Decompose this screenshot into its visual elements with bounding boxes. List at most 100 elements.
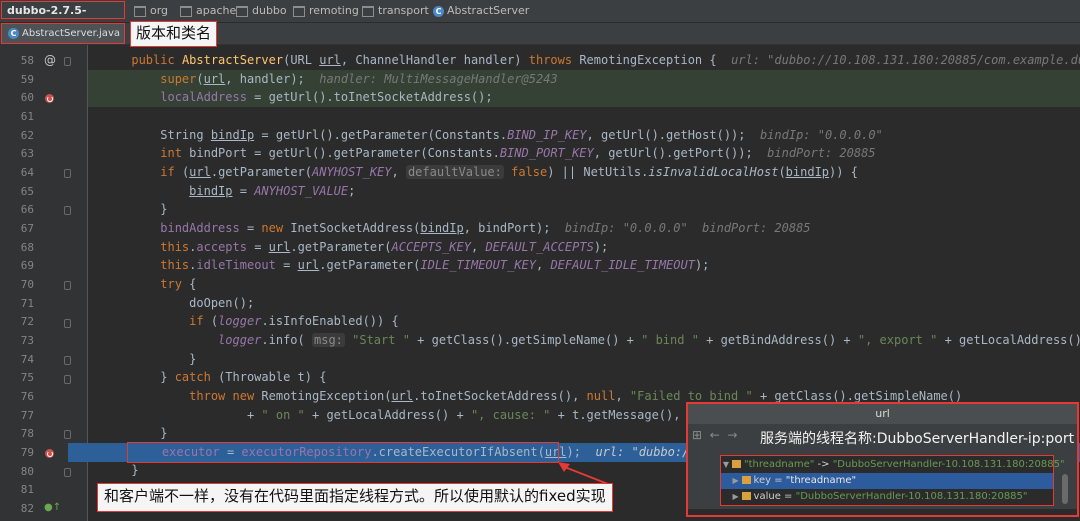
override-at-icon[interactable]: @	[44, 53, 56, 67]
code-line-69[interactable]: this.idleTimeout = url.getParameter(IDLE…	[88, 256, 1080, 275]
debug-value-hint: handler: MultiMessageHandler@5243	[319, 72, 558, 86]
fold-icon[interactable]	[64, 375, 71, 384]
line-number: 63	[20, 147, 34, 160]
code-line-62[interactable]: String bindIp = getUrl().getParameter(Co…	[88, 126, 1080, 145]
debug-value-hint: url: "dubbo://10.108.131.180:20885/com.e…	[731, 53, 1080, 67]
line-number: 82	[20, 502, 34, 515]
line-number: 78	[20, 427, 34, 440]
line-number: 68	[20, 241, 34, 254]
line-number: 60	[20, 91, 34, 104]
code-line-67[interactable]: bindAddress = new InetSocketAddress(bind…	[88, 219, 1080, 238]
folder-icon	[236, 5, 248, 17]
line-number: 70	[20, 278, 34, 291]
popup-nav: ⊞ ← →	[692, 428, 737, 442]
line-number: 81	[20, 483, 34, 496]
tree-row-value[interactable]: ▶ value = "DubboServerHandler-10.108.131.…	[721, 489, 1053, 505]
code-line-71[interactable]: doOpen();	[88, 294, 1080, 313]
folder-icon	[293, 5, 305, 17]
fold-icon[interactable]	[64, 468, 71, 477]
forward-arrow-icon[interactable]: →	[727, 428, 737, 442]
line-number: 69	[20, 259, 34, 272]
variable-inspect-popup[interactable]: url ⊞ ← → 服务端的线程名称:DubboServerHandler-ip…	[686, 402, 1079, 517]
line-number: 75	[20, 371, 34, 384]
fold-icon[interactable]	[64, 281, 71, 290]
code-line-70[interactable]: try {	[88, 275, 1080, 294]
class-icon: C	[8, 27, 19, 39]
line-number: 73	[20, 334, 34, 347]
default-fixed-callout: 和客户端不一样，没有在代码里面指定线程方式。所以使用默认的fixed实现	[97, 483, 613, 512]
field-icon	[741, 492, 751, 500]
fold-icon[interactable]	[64, 319, 71, 328]
tree-row-key[interactable]: ▶ key = "threadname"	[721, 473, 1053, 489]
breadcrumb-item-apache[interactable]: apache	[180, 4, 236, 17]
line-number: 76	[20, 390, 34, 403]
code-line-64[interactable]: if (url.getParameter(ANYHOST_KEY, defaul…	[88, 163, 1080, 182]
tab-abstractserver-java[interactable]: C AbstractServer.java	[1, 23, 125, 44]
popup-footer	[688, 509, 1077, 515]
code-line-60[interactable]: localAddress = getUrl().toInetSocketAddr…	[88, 88, 1080, 107]
line-number: 59	[20, 73, 34, 86]
fold-icon[interactable]	[64, 206, 71, 215]
version-classname-callout: 版本和类名	[130, 21, 218, 47]
breadcrumb: dubbo-2.7.5-sources.jar org apache dubbo…	[0, 0, 1080, 34]
variable-tree[interactable]: ▼ "threadname" -> "DubboServerHandler-10.…	[720, 455, 1065, 506]
back-arrow-icon[interactable]: ←	[710, 428, 720, 442]
code-line-65[interactable]: bindIp = ANYHOST_VALUE;	[88, 182, 1080, 201]
expand-right-icon[interactable]: ▶	[731, 473, 741, 489]
class-icon: C	[433, 5, 444, 17]
folder-icon	[362, 5, 374, 17]
code-line-68[interactable]: this.accepts = url.getParameter(ACCEPTS_…	[88, 238, 1080, 257]
breadcrumb-item-remoting[interactable]: remoting	[293, 4, 359, 17]
tree-row-threadname[interactable]: ▼ "threadname" -> "DubboServerHandler-10.…	[721, 457, 1065, 473]
breakpoint-icon[interactable]	[45, 94, 54, 103]
line-number: 64	[20, 166, 34, 179]
line-number: 65	[20, 185, 34, 198]
code-line-63[interactable]: int bindPort = getUrl().getParameter(Con…	[88, 144, 1080, 163]
code-line-58[interactable]: public AbstractServer(URL url, ChannelHa…	[88, 51, 1080, 70]
fold-icon[interactable]	[64, 57, 71, 66]
line-number: 71	[20, 297, 34, 310]
fold-icon[interactable]	[64, 169, 71, 178]
expand-right-icon[interactable]: ▶	[731, 489, 741, 505]
breadcrumb-item-dubbo[interactable]: dubbo	[236, 4, 287, 17]
code-line-74[interactable]: }	[88, 350, 1080, 369]
line-number: 58	[20, 54, 34, 67]
folder-icon	[134, 5, 146, 17]
breadcrumb-item-org[interactable]: org	[134, 4, 168, 17]
parameter-hint: msg:	[312, 333, 345, 347]
debug-value-hint: bindPort: 20885	[767, 146, 876, 160]
debug-value-hint: bindIp: "0.0.0.0" bindPort: 20885	[564, 221, 811, 235]
fold-icon[interactable]	[64, 430, 71, 439]
expand-down-icon[interactable]: ▼	[721, 457, 731, 473]
field-icon	[732, 460, 741, 468]
popup-scrollbar[interactable]	[1062, 474, 1068, 504]
popup-title: url	[688, 404, 1077, 424]
breakpoint-icon[interactable]	[45, 449, 54, 458]
line-number: 67	[20, 222, 34, 235]
breadcrumb-jar[interactable]: dubbo-2.7.5-sources.jar	[1, 1, 125, 34]
breadcrumb-item-transport[interactable]: transport	[362, 4, 429, 17]
code-line-72[interactable]: if (logger.isInfoEnabled()) {	[88, 312, 1080, 331]
line-number: 62	[20, 129, 34, 142]
navigate-icon[interactable]: ⊞	[692, 428, 702, 442]
line-number: 74	[20, 353, 34, 366]
line-number: 80	[20, 465, 34, 478]
line-number: 77	[20, 409, 34, 422]
code-line-66[interactable]: }	[88, 200, 1080, 219]
thread-name-callout: 服务端的线程名称:DubboServerHandler-ip:port	[760, 431, 1075, 447]
line-number: 72	[20, 315, 34, 328]
implementation-marker-icon[interactable]: ●↑	[44, 502, 61, 513]
code-line-75[interactable]: } catch (Throwable t) {	[88, 368, 1080, 387]
fold-icon[interactable]	[64, 356, 71, 365]
parameter-hint: defaultValue:	[405, 165, 504, 179]
line-number: 61	[20, 110, 34, 123]
debug-value-hint: bindIp: "0.0.0.0"	[759, 128, 883, 142]
line-number: 66	[20, 203, 34, 216]
breadcrumb-item-class[interactable]: C AbstractServer	[433, 4, 529, 17]
code-line-59[interactable]: super(url, handler); handler: MultiMessa…	[88, 70, 1080, 89]
folder-icon	[180, 5, 192, 17]
line-number: 79	[20, 446, 34, 459]
executor-highlight-box	[127, 442, 559, 463]
code-line-73[interactable]: logger.info( msg: "Start " + getClass().…	[88, 331, 1080, 350]
field-icon	[741, 476, 751, 484]
